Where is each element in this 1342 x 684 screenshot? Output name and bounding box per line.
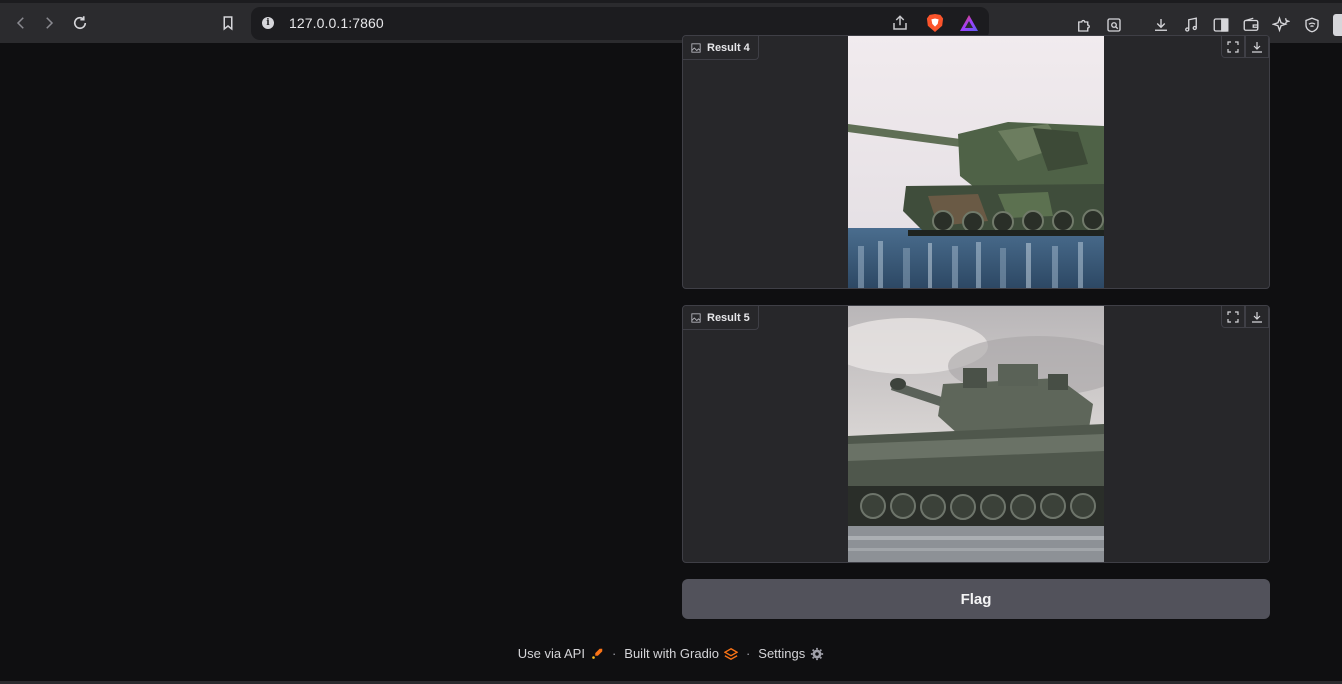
downloads-icon[interactable]: [1150, 14, 1172, 36]
footer: Use via API · Built with Gradio · Settin…: [0, 646, 1342, 661]
fullscreen-icon[interactable]: [1221, 306, 1245, 328]
wallet-icon[interactable]: [1240, 14, 1262, 36]
gradio-logo-icon: [723, 647, 738, 660]
gear-icon: [811, 647, 824, 660]
forward-icon[interactable]: [38, 12, 60, 34]
brave-shields-icon[interactable]: [926, 13, 944, 33]
bookmark-icon[interactable]: [217, 12, 239, 34]
settings-link[interactable]: Settings: [758, 646, 824, 661]
brave-rewards-icon[interactable]: [959, 14, 979, 32]
download-icon[interactable]: [1245, 36, 1269, 58]
rocket-icon: [592, 648, 603, 659]
result-label: Result 5: [683, 306, 759, 330]
result-card-5: Result 5: [682, 305, 1270, 563]
reader-icon[interactable]: [1103, 14, 1125, 36]
url-text[interactable]: 127.0.0.1:7860: [289, 15, 384, 31]
result-image: [848, 306, 1104, 562]
result-label: Result 4: [683, 36, 759, 60]
result-card-4: Result 4: [682, 35, 1270, 289]
download-icon[interactable]: [1245, 306, 1269, 328]
reload-icon[interactable]: [69, 12, 91, 34]
gradio-app: Result 4 Result 5 Flag Use via API · Bui…: [0, 35, 1342, 681]
sidebar-icon[interactable]: [1210, 14, 1232, 36]
flag-button[interactable]: Flag: [682, 579, 1270, 619]
image-icon: [691, 312, 701, 323]
card-actions: [1221, 306, 1269, 328]
media-icon[interactable]: [1180, 14, 1202, 36]
vpn-icon[interactable]: [1301, 14, 1323, 36]
use-via-api-link[interactable]: Use via API: [518, 646, 604, 661]
leo-ai-icon[interactable]: [1270, 14, 1292, 36]
back-icon[interactable]: [10, 12, 32, 34]
result-image: [848, 36, 1104, 288]
built-with-gradio-link[interactable]: Built with Gradio: [624, 646, 738, 661]
image-icon: [691, 42, 701, 53]
site-info-icon[interactable]: i: [262, 17, 274, 29]
card-actions: [1221, 36, 1269, 58]
fullscreen-icon[interactable]: [1221, 36, 1245, 58]
extensions-icon[interactable]: [1073, 14, 1095, 36]
partial-icon[interactable]: [1333, 14, 1342, 36]
share-icon[interactable]: [891, 14, 909, 37]
